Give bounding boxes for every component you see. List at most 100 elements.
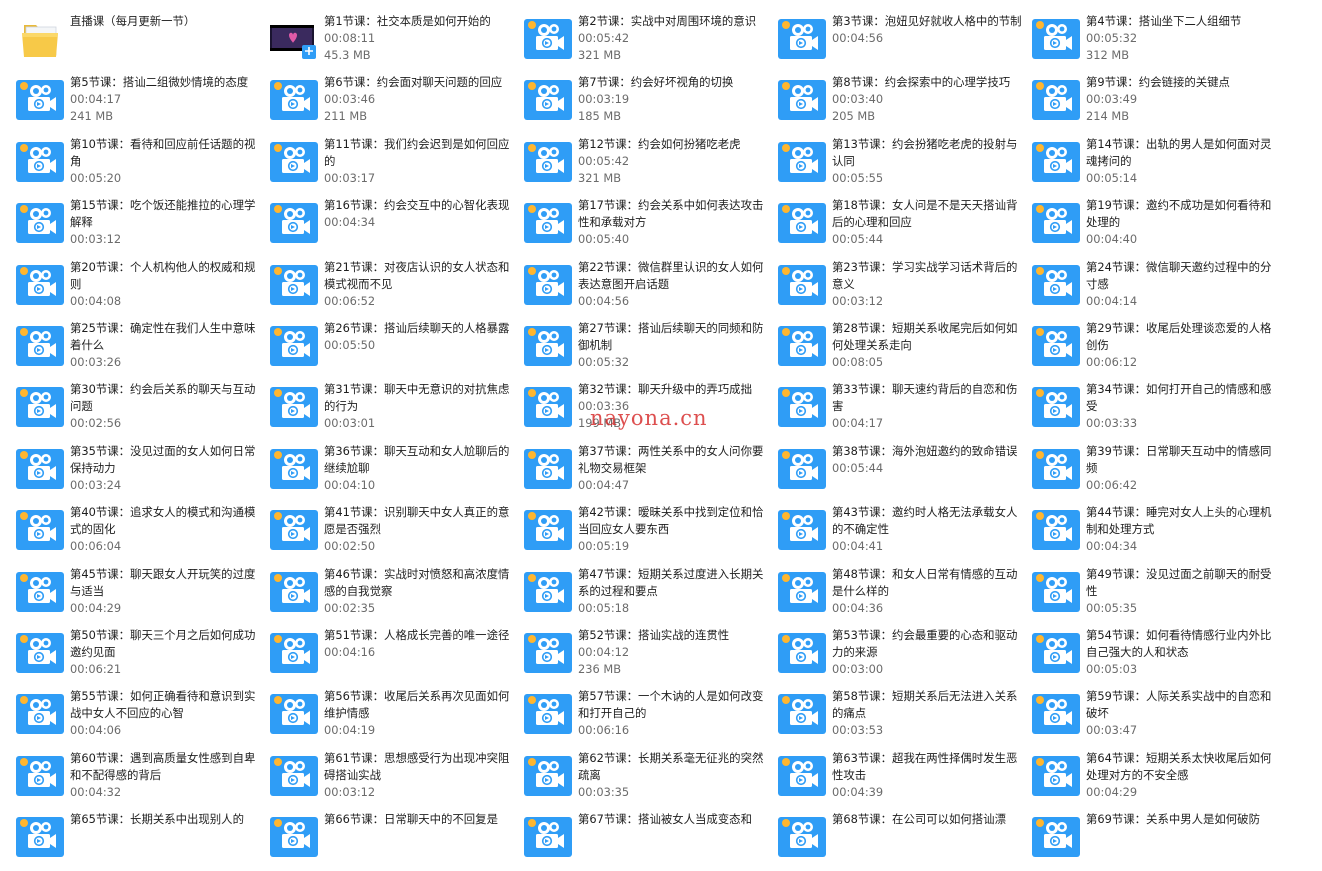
video-file-item[interactable]: 第59节课：人际关系实战中的自恋和破坏 00:03:47 — [1032, 687, 1286, 748]
video-file-icon — [778, 261, 826, 309]
file-name: 第42节课：暧昧关系中找到定位和恰当回应女人要东西 — [578, 505, 764, 537]
video-file-item[interactable]: 第5节课：搭讪二组微妙情境的态度 00:04:17 241 MB — [16, 73, 270, 134]
file-name: 第53节课：约会最重要的心态和驱动力的来源 — [832, 627, 1018, 659]
video-file-icon — [778, 138, 826, 186]
video-file-item[interactable]: 第39节课：日常聊天互动中的情感同频 00:06:42 — [1032, 442, 1286, 503]
video-file-item[interactable]: 第34节课：如何打开自己的情感和感受 00:03:33 — [1032, 380, 1286, 441]
video-file-item[interactable]: 第52节课：搭讪实战的连贯性 00:04:12 236 MB — [524, 626, 778, 687]
video-file-item[interactable]: 第35节课：没见过面的女人如何日常保持动力 00:03:24 — [16, 442, 270, 503]
video-file-item[interactable]: 第18节课：女人问是不是天天搭讪背后的心理和回应 00:05:44 — [778, 196, 1032, 257]
video-file-icon — [778, 506, 826, 554]
video-file-item[interactable]: 第23节课：学习实战学习话术背后的意义 00:03:12 — [778, 258, 1032, 319]
file-name: 第31节课：聊天中无意识的对抗焦虑的行为 — [324, 382, 510, 414]
video-file-item[interactable]: 第12节课：约会如何扮猪吃老虎 00:05:42 321 MB — [524, 135, 778, 196]
video-file-item[interactable]: 第31节课：聊天中无意识的对抗焦虑的行为 00:03:01 — [270, 380, 524, 441]
folder-item[interactable]: 直播课（每月更新一节） — [16, 12, 270, 73]
video-file-item[interactable]: 第25节课：确定性在我们人生中意味着什么 00:03:26 — [16, 319, 270, 380]
video-file-item[interactable]: 第6节课：约会面对聊天问题的回应 00:03:46 211 MB — [270, 73, 524, 134]
video-file-item[interactable]: 第16节课：约会交互中的心智化表现 00:04:34 — [270, 196, 524, 257]
file-meta: 第43节课：邀约时人格无法承载女人的不确定性 00:04:41 — [832, 503, 1028, 555]
file-meta: 第67节课：搭讪被女人当成变态和 — [578, 810, 774, 828]
file-name: 第38节课：海外泡妞邀约的致命错误 — [832, 443, 1018, 458]
file-duration: 00:03:12 — [324, 784, 376, 799]
video-file-item[interactable]: 第67节课：搭讪被女人当成变态和 — [524, 810, 778, 871]
file-size: 45.3 MB — [324, 48, 371, 62]
video-file-item[interactable]: 第10节课：看待和回应前任话题的视角 00:05:20 — [16, 135, 270, 196]
video-file-item[interactable]: 第66节课：日常聊天中的不回复是 — [270, 810, 524, 871]
video-file-item[interactable]: 第42节课：暧昧关系中找到定位和恰当回应女人要东西 00:05:19 — [524, 503, 778, 564]
video-file-item[interactable]: 第20节课：个人机构他人的权威和规则 00:04:08 — [16, 258, 270, 319]
file-meta: 第15节课：吃个饭还能推拉的心理学解释 00:03:12 — [70, 196, 266, 248]
video-file-item[interactable]: 第29节课：收尾后处理谈恋爱的人格创伤 00:06:12 — [1032, 319, 1286, 380]
video-file-item[interactable]: 第4节课：搭讪坐下二人组细节 00:05:32 312 MB — [1032, 12, 1286, 73]
video-file-item[interactable]: 第33节课：聊天速约背后的自恋和伤害 00:04:17 — [778, 380, 1032, 441]
video-file-item[interactable]: 第41节课：识别聊天中女人真正的意愿是否强烈 00:02:50 — [270, 503, 524, 564]
video-file-item[interactable]: 第15节课：吃个饭还能推拉的心理学解释 00:03:12 — [16, 196, 270, 257]
video-file-icon — [1032, 199, 1080, 247]
video-file-item[interactable]: 第47节课：短期关系过度进入长期关系的过程和要点 00:05:18 — [524, 565, 778, 626]
video-file-item[interactable]: 第50节课：聊天三个月之后如何成功邀约见面 00:06:21 — [16, 626, 270, 687]
video-file-item[interactable]: 第14节课：出轨的男人是如何面对灵魂拷问的 00:05:14 — [1032, 135, 1286, 196]
video-file-item[interactable]: 第30节课：约会后关系的聊天与互动问题 00:02:56 — [16, 380, 270, 441]
video-file-item[interactable]: 第43节课：邀约时人格无法承载女人的不确定性 00:04:41 — [778, 503, 1032, 564]
video-file-item[interactable]: 第68节课：在公司可以如何搭讪漂 — [778, 810, 1032, 871]
file-duration: 00:03:12 — [70, 232, 122, 247]
file-meta: 第68节课：在公司可以如何搭讪漂 — [832, 810, 1028, 828]
video-file-item[interactable]: 第27节课：搭讪后续聊天的同频和防御机制 00:05:32 — [524, 319, 778, 380]
file-meta: 第1节课：社交本质是如何开始的 00:08:11 45.3 MB — [324, 12, 520, 64]
video-file-item[interactable]: 第53节课：约会最重要的心态和驱动力的来源 00:03:00 — [778, 626, 1032, 687]
video-file-item[interactable]: 第55节课：如何正确看待和意识到实战中女人不回应的心智 00:04:06 — [16, 687, 270, 748]
video-file-item[interactable]: 第13节课：约会扮猪吃老虎的投射与认同 00:05:55 — [778, 135, 1032, 196]
video-file-item[interactable]: 第64节课：短期关系太快收尾后如何处理对方的不安全感 00:04:29 — [1032, 749, 1286, 810]
video-file-item[interactable]: 第48节课：和女人日常有情感的互动是什么样的 00:04:36 — [778, 565, 1032, 626]
video-file-item[interactable]: 第45节课：聊天跟女人开玩笑的过度与适当 00:04:29 — [16, 565, 270, 626]
video-file-item[interactable]: 第1节课：社交本质是如何开始的 00:08:11 45.3 MB — [270, 12, 524, 73]
video-file-item[interactable]: 第7节课：约会好坏视角的切换 00:03:19 185 MB — [524, 73, 778, 134]
video-file-item[interactable]: 第17节课：约会关系中如何表达攻击性和承载对方 00:05:40 — [524, 196, 778, 257]
video-file-item[interactable]: 第54节课：如何看待情感行业内外比自己强大的人和状态 00:05:03 — [1032, 626, 1286, 687]
file-name: 第62节课：长期关系毫无征兆的突然疏离 — [578, 750, 764, 782]
video-file-item[interactable]: 第32节课：聊天升级中的弄巧成拙 00:03:36 199 MB — [524, 380, 778, 441]
file-name: 第21节课：对夜店认识的女人状态和模式视而不见 — [324, 259, 510, 291]
file-meta: 第64节课：短期关系太快收尾后如何处理对方的不安全感 00:04:29 — [1086, 749, 1282, 801]
video-file-item[interactable]: 第24节课：微信聊天邀约过程中的分寸感 00:04:14 — [1032, 258, 1286, 319]
file-meta: 第8节课：约会探索中的心理学技巧 00:03:40 205 MB — [832, 73, 1028, 125]
video-file-item[interactable]: 第8节课：约会探索中的心理学技巧 00:03:40 205 MB — [778, 73, 1032, 134]
video-file-item[interactable]: 第46节课：实战时对愤怒和高浓度情感的自我觉察 00:02:35 — [270, 565, 524, 626]
video-file-item[interactable]: 第9节课：约会链接的关键点 00:03:49 214 MB — [1032, 73, 1286, 134]
video-file-item[interactable]: 第19节课：邀约不成功是如何看待和处理的 00:04:40 — [1032, 196, 1286, 257]
video-file-item[interactable]: 第60节课：遇到高质量女性感到自卑和不配得感的背后 00:04:32 — [16, 749, 270, 810]
video-file-item[interactable]: 第49节课：没见过面之前聊天的耐受性 00:05:35 — [1032, 565, 1286, 626]
video-file-item[interactable]: 第37节课：两性关系中的女人问你要礼物交易框架 00:04:47 — [524, 442, 778, 503]
file-meta: 第37节课：两性关系中的女人问你要礼物交易框架 00:04:47 — [578, 442, 774, 494]
video-file-item[interactable]: 第51节课：人格成长完善的唯一途径 00:04:16 — [270, 626, 524, 687]
video-file-item[interactable]: 第69节课：关系中男人是如何破防 — [1032, 810, 1286, 871]
file-duration: 00:06:16 — [578, 723, 630, 738]
file-duration: 00:03:33 — [1086, 416, 1138, 431]
video-file-item[interactable]: 第3节课：泡妞见好就收人格中的节制 00:04:56 — [778, 12, 1032, 73]
video-file-item[interactable]: 第40节课：追求女人的模式和沟通模式的固化 00:06:04 — [16, 503, 270, 564]
video-file-item[interactable]: 第61节课：思想感受行为出现冲突阻碍搭讪实战 00:03:12 — [270, 749, 524, 810]
video-file-item[interactable]: 第65节课：长期关系中出现别人的 — [16, 810, 270, 871]
video-file-item[interactable]: 第2节课：实战中对周围环境的意识 00:05:42 321 MB — [524, 12, 778, 73]
video-file-icon — [778, 383, 826, 431]
video-file-item[interactable]: 第26节课：搭讪后续聊天的人格暴露 00:05:50 — [270, 319, 524, 380]
video-file-item[interactable]: 第56节课：收尾后关系再次见面如何维护情感 00:04:19 — [270, 687, 524, 748]
video-file-item[interactable]: 第22节课：微信群里认识的女人如何表达意图开启话题 00:04:56 — [524, 258, 778, 319]
video-file-item[interactable]: 第57节课：一个木讷的人是如何改变和打开自己的 00:06:16 — [524, 687, 778, 748]
file-meta: 第31节课：聊天中无意识的对抗焦虑的行为 00:03:01 — [324, 380, 520, 432]
video-file-item[interactable]: 第58节课：短期关系后无法进入关系的痛点 00:03:53 — [778, 687, 1032, 748]
video-file-item[interactable]: 第38节课：海外泡妞邀约的致命错误 00:05:44 — [778, 442, 1032, 503]
video-file-icon — [1032, 813, 1080, 861]
video-file-item[interactable]: 第44节课：睡完对女人上头的心理机制和处理方式 00:04:34 — [1032, 503, 1286, 564]
video-file-item[interactable]: 第21节课：对夜店认识的女人状态和模式视而不见 00:06:52 — [270, 258, 524, 319]
file-duration: 00:04:29 — [70, 600, 122, 615]
file-duration: 00:04:29 — [1086, 784, 1138, 799]
file-duration: 00:03:00 — [832, 661, 884, 676]
file-duration: 00:04:56 — [578, 293, 630, 308]
video-file-item[interactable]: 第62节课：长期关系毫无征兆的突然疏离 00:03:35 — [524, 749, 778, 810]
video-file-item[interactable]: 第36节课：聊天互动和女人尬聊后的继续尬聊 00:04:10 — [270, 442, 524, 503]
video-file-item[interactable]: 第11节课：我们约会迟到是如何回应的 00:03:17 — [270, 135, 524, 196]
video-file-item[interactable]: 第63节课：超我在两性择偶时发生恶性攻击 00:04:39 — [778, 749, 1032, 810]
video-file-item[interactable]: 第28节课：短期关系收尾完后如何如何处理关系走向 00:08:05 — [778, 319, 1032, 380]
